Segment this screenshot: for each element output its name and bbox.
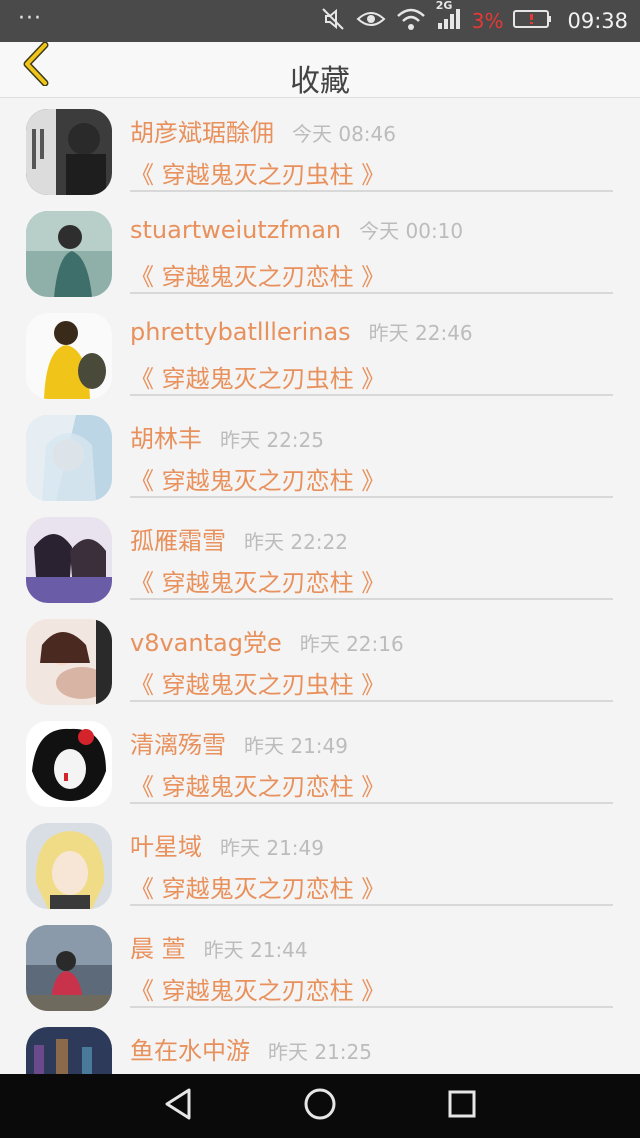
battery-percent: 3%: [471, 9, 504, 33]
favorite-book-title[interactable]: 《 穿越鬼灭之刃恋柱 》: [130, 971, 385, 1006]
favorite-time: 昨天 22:46: [368, 321, 473, 345]
favorite-time: 昨天 21:25: [268, 1040, 372, 1064]
list-item[interactable]: v8vantag党e 昨天 22:16 《 穿越鬼灭之刃虫柱 》: [0, 609, 640, 711]
favorite-user[interactable]: 胡林丰 昨天 22:25: [130, 419, 324, 454]
notification-dots: ···: [18, 6, 42, 31]
user-name: phrettybatlllerinas: [130, 318, 351, 346]
eye-icon: [356, 8, 386, 34]
favorite-time: 今天 00:10: [359, 219, 464, 243]
user-name: 胡彦斌琚酴佣: [130, 119, 274, 147]
divider: [130, 904, 613, 906]
recents-square-icon: [446, 1088, 478, 1124]
divider: [130, 1006, 613, 1008]
list-item[interactable]: 清漓殇雪 昨天 21:49 《 穿越鬼灭之刃恋柱 》: [0, 711, 640, 813]
avatar[interactable]: [26, 313, 112, 399]
favorite-time: 昨天 21:49: [220, 836, 324, 860]
user-name: 孤雁霜雪: [130, 527, 226, 555]
list-item[interactable]: 晨 萱昨天 21:44 《 穿越鬼灭之刃恋柱 》: [0, 915, 640, 1017]
avatar[interactable]: [26, 109, 112, 195]
avatar[interactable]: [26, 415, 112, 501]
divider: [130, 700, 613, 702]
favorite-book-title[interactable]: 《 穿越鬼灭之刃虫柱 》: [130, 359, 385, 394]
favorite-user[interactable]: phrettybatlllerinas 昨天 22:46: [130, 317, 473, 346]
avatar[interactable]: [26, 619, 112, 705]
system-nav-bar: [0, 1074, 640, 1138]
favorite-user[interactable]: 晨 萱昨天 21:44: [130, 929, 308, 964]
favorite-time: 昨天 22:25: [220, 428, 324, 452]
divider: [130, 292, 613, 294]
user-name: 胡林丰: [130, 425, 202, 453]
favorite-time: 昨天 22:22: [244, 530, 348, 554]
divider: [130, 190, 613, 192]
avatar[interactable]: [26, 1027, 112, 1074]
favorite-user[interactable]: 叶星域 昨天 21:49: [130, 827, 324, 862]
divider: [130, 802, 613, 804]
app-header: 收藏: [0, 41, 640, 99]
avatar[interactable]: [26, 721, 112, 807]
list-item[interactable]: 鱼在水中游 昨天 21:25: [0, 1017, 640, 1074]
favorite-user[interactable]: 孤雁霜雪 昨天 22:22: [130, 521, 348, 556]
network-type-label: 2G: [435, 0, 453, 12]
nav-home-button[interactable]: [300, 1086, 340, 1126]
favorite-user[interactable]: v8vantag党e 昨天 22:16: [130, 623, 404, 658]
divider: [130, 598, 613, 600]
divider: [130, 394, 613, 396]
status-bar: ··· 2G 3% 09:38: [0, 0, 640, 42]
favorite-time: 昨天 21:44: [203, 938, 308, 962]
favorite-book-title[interactable]: 《 穿越鬼灭之刃虫柱 》: [130, 665, 385, 700]
signal-icon: 2G: [436, 0, 462, 35]
favorite-book-title[interactable]: 《 穿越鬼灭之刃恋柱 》: [130, 869, 385, 904]
user-name: 清漓殇雪: [130, 731, 226, 759]
list-item[interactable]: 孤雁霜雪 昨天 22:22 《 穿越鬼灭之刃恋柱 》: [0, 507, 640, 609]
avatar[interactable]: [26, 211, 112, 297]
list-item[interactable]: 胡林丰 昨天 22:25 《 穿越鬼灭之刃恋柱 》: [0, 405, 640, 507]
avatar[interactable]: [26, 517, 112, 603]
favorite-book-title[interactable]: 《 穿越鬼灭之刃恋柱 》: [130, 257, 385, 292]
clock: 09:38: [567, 9, 628, 33]
favorite-time: 昨天 22:16: [299, 632, 404, 656]
user-name: 叶星域: [130, 833, 202, 861]
page-title: 收藏: [290, 64, 350, 99]
favorites-list[interactable]: 胡彦斌琚酴佣 今天 08:46 《 穿越鬼灭之刃虫柱 》 stuartweiutz…: [0, 99, 640, 1074]
favorite-book-title[interactable]: 《 穿越鬼灭之刃虫柱 》: [130, 155, 385, 190]
favorite-user[interactable]: 鱼在水中游 昨天 21:25: [130, 1031, 372, 1066]
avatar[interactable]: [26, 823, 112, 909]
favorite-book-title[interactable]: 《 穿越鬼灭之刃恋柱 》: [130, 563, 385, 598]
favorite-time: 昨天 21:49: [244, 734, 348, 758]
divider: [130, 496, 613, 498]
battery-icon: [513, 8, 553, 34]
mute-icon: [320, 6, 346, 36]
nav-recents-button[interactable]: [442, 1086, 482, 1126]
list-item[interactable]: phrettybatlllerinas 昨天 22:46 《 穿越鬼灭之刃虫柱 》: [0, 303, 640, 405]
favorite-time: 今天 08:46: [292, 122, 396, 146]
nav-back-button[interactable]: [158, 1086, 198, 1126]
user-name: v8vantag党e: [130, 629, 282, 657]
avatar[interactable]: [26, 925, 112, 1011]
favorite-user[interactable]: stuartweiutzfman 今天 00:10: [130, 215, 463, 244]
list-item[interactable]: 叶星域 昨天 21:49 《 穿越鬼灭之刃恋柱 》: [0, 813, 640, 915]
favorite-user[interactable]: 清漓殇雪 昨天 21:49: [130, 725, 348, 760]
list-item[interactable]: stuartweiutzfman 今天 00:10 《 穿越鬼灭之刃恋柱 》: [0, 201, 640, 303]
favorite-book-title[interactable]: 《 穿越鬼灭之刃恋柱 》: [130, 767, 385, 802]
favorite-book-title[interactable]: 《 穿越鬼灭之刃恋柱 》: [130, 461, 385, 496]
back-triangle-icon: [162, 1087, 194, 1125]
user-name: 晨 萱: [130, 935, 186, 963]
user-name: 鱼在水中游: [130, 1037, 250, 1065]
list-item[interactable]: 胡彦斌琚酴佣 今天 08:46 《 穿越鬼灭之刃虫柱 》: [0, 99, 640, 201]
user-name: stuartweiutzfman: [130, 216, 342, 244]
home-circle-icon: [303, 1087, 337, 1125]
wifi-icon: [396, 7, 426, 35]
favorite-user[interactable]: 胡彦斌琚酴佣 今天 08:46: [130, 113, 396, 148]
